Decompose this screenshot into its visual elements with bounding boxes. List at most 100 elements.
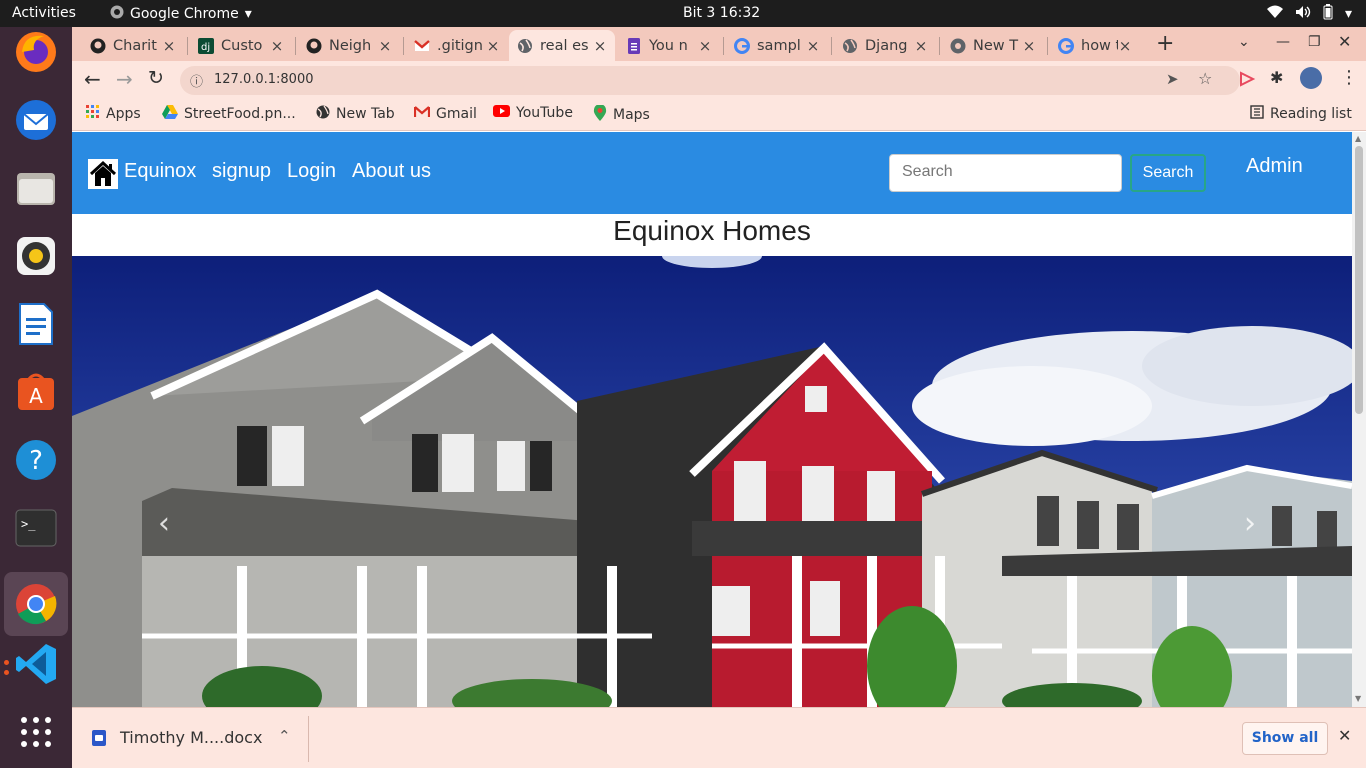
page-title: Equinox Homes xyxy=(613,215,811,246)
hero-carousel[interactable]: ‹ › xyxy=(72,244,1352,707)
tab[interactable]: .gitign × xyxy=(406,30,508,61)
close-icon[interactable]: ✕ xyxy=(1338,726,1351,745)
minimize-icon[interactable]: — xyxy=(1276,34,1290,50)
divider xyxy=(308,716,309,762)
tab[interactable]: dj Custo × xyxy=(190,30,292,61)
admin-link[interactable]: Admin xyxy=(1246,155,1303,178)
tab[interactable]: You n × xyxy=(618,30,720,61)
close-icon[interactable]: × xyxy=(162,37,176,55)
show-all-button[interactable]: Show all xyxy=(1242,722,1328,755)
divider xyxy=(723,37,724,55)
app-menu[interactable]: Google Chrome ▾ xyxy=(110,5,252,23)
extension-icon[interactable] xyxy=(1238,70,1256,92)
nav-signup-link[interactable]: signup xyxy=(212,160,271,183)
tab[interactable]: Djang × xyxy=(834,30,936,61)
info-icon[interactable]: ⓘ xyxy=(190,71,203,90)
close-icon[interactable]: × xyxy=(486,37,500,55)
carousel-prev-icon[interactable]: ‹ xyxy=(158,506,170,541)
tab[interactable]: how t × xyxy=(1050,30,1140,61)
django-icon: dj xyxy=(198,37,214,54)
tab[interactable]: Charit × xyxy=(82,30,184,61)
bookmark-maps[interactable]: Maps xyxy=(593,104,650,125)
clock[interactable]: Bit 3 16:32 xyxy=(683,5,760,21)
app-name: Google Chrome xyxy=(130,6,239,22)
close-icon[interactable]: × xyxy=(378,37,392,55)
tab-label: Custo xyxy=(221,37,263,54)
tab-active[interactable]: real es × xyxy=(509,30,615,61)
avatar[interactable] xyxy=(1300,67,1322,89)
nav-about-link[interactable]: About us xyxy=(352,160,431,183)
show-apps-icon[interactable] xyxy=(12,708,60,756)
dock: A ? >_ xyxy=(0,27,72,768)
files-icon[interactable] xyxy=(12,164,60,212)
maximize-icon[interactable]: ❐ xyxy=(1308,34,1321,50)
bookmark-label: Maps xyxy=(613,107,650,123)
bookmark-gmail[interactable]: Gmail xyxy=(413,105,477,122)
software-store-icon[interactable]: A xyxy=(12,368,60,416)
chevron-down-icon: ▾ xyxy=(1344,6,1352,22)
new-tab-icon[interactable]: + xyxy=(1156,31,1174,56)
tab[interactable]: New T × xyxy=(942,30,1044,61)
rhythmbox-icon[interactable] xyxy=(12,232,60,280)
address-bar[interactable]: ⓘ 127.0.0.1:8000 ➤ ☆ xyxy=(180,66,1240,95)
firefox-icon[interactable] xyxy=(12,28,60,76)
writer-icon[interactable] xyxy=(12,300,60,348)
scroll-down-icon[interactable]: ▼ xyxy=(1355,694,1361,703)
nav-login-link[interactable]: Login xyxy=(287,160,336,183)
close-icon[interactable]: × xyxy=(1118,37,1132,55)
bookmark-apps[interactable]: Apps xyxy=(86,105,141,123)
tab-search-icon[interactable]: ⌄ xyxy=(1238,34,1250,50)
reading-list-button[interactable]: Reading list xyxy=(1250,105,1352,123)
scroll-up-icon[interactable]: ▲ xyxy=(1355,134,1361,143)
volume-icon xyxy=(1295,5,1311,23)
chrome-icon xyxy=(950,38,966,54)
bookmark-label: Gmail xyxy=(436,105,477,122)
download-filename[interactable]: Timothy M....docx xyxy=(120,728,262,747)
close-icon[interactable]: × xyxy=(1022,37,1036,55)
search-button[interactable]: Search xyxy=(1130,154,1206,192)
system-tray[interactable]: ▾ xyxy=(1266,4,1352,24)
close-icon[interactable]: × xyxy=(270,37,284,55)
forward-icon[interactable]: → xyxy=(116,67,133,91)
carousel-next-icon[interactable]: › xyxy=(1244,506,1256,541)
tab-strip: Charit × dj Custo × Neigh × .gitign × re… xyxy=(72,27,1366,61)
extensions-puzzle-icon[interactable]: ✱ xyxy=(1270,68,1283,87)
bookmark-star-icon[interactable]: ☆ xyxy=(1198,69,1212,88)
close-icon[interactable]: × xyxy=(806,37,820,55)
scrollbar[interactable]: ▲ ▼ xyxy=(1352,132,1366,707)
brand-link[interactable]: Equinox xyxy=(124,160,196,183)
thunderbird-icon[interactable] xyxy=(12,96,60,144)
maps-icon xyxy=(593,104,607,125)
close-icon[interactable]: × xyxy=(593,37,607,55)
search-input[interactable]: Search xyxy=(889,154,1122,192)
svg-text:A: A xyxy=(29,384,43,408)
svg-text:?: ? xyxy=(29,446,43,476)
tab[interactable]: sampl × xyxy=(726,30,828,61)
close-icon[interactable]: × xyxy=(914,37,928,55)
divider xyxy=(831,37,832,55)
terminal-icon[interactable]: >_ xyxy=(12,504,60,552)
chevron-down-icon: ▾ xyxy=(244,6,252,22)
bookmark-youtube[interactable]: YouTube xyxy=(493,105,573,121)
page-viewport: Equinox signup Login About us Search Sea… xyxy=(72,132,1352,707)
bookmark-new-tab[interactable]: New Tab xyxy=(316,105,395,123)
send-icon[interactable]: ➤ xyxy=(1166,70,1179,88)
chevron-up-icon[interactable]: ⌃ xyxy=(278,727,291,745)
close-icon[interactable]: × xyxy=(698,37,712,55)
tab-label: Charit xyxy=(113,37,157,54)
menu-icon[interactable]: ⋮ xyxy=(1340,67,1358,88)
scrollbar-thumb[interactable] xyxy=(1355,146,1363,414)
home-logo-icon[interactable] xyxy=(88,159,118,189)
chrome-icon[interactable] xyxy=(4,572,68,636)
reload-icon[interactable]: ↻ xyxy=(148,67,164,89)
vscode-icon[interactable] xyxy=(12,640,60,688)
help-icon[interactable]: ? xyxy=(12,436,60,484)
reading-list-icon xyxy=(1250,105,1264,123)
activities-button[interactable]: Activities xyxy=(12,5,76,21)
tab-label: You n xyxy=(649,37,688,54)
tab-label: Neigh xyxy=(329,37,372,54)
back-icon[interactable]: ← xyxy=(84,67,101,91)
bookmark-streetfood[interactable]: StreetFood.pn... xyxy=(162,105,296,123)
close-window-icon[interactable]: ✕ xyxy=(1338,32,1351,51)
tab[interactable]: Neigh × xyxy=(298,30,400,61)
